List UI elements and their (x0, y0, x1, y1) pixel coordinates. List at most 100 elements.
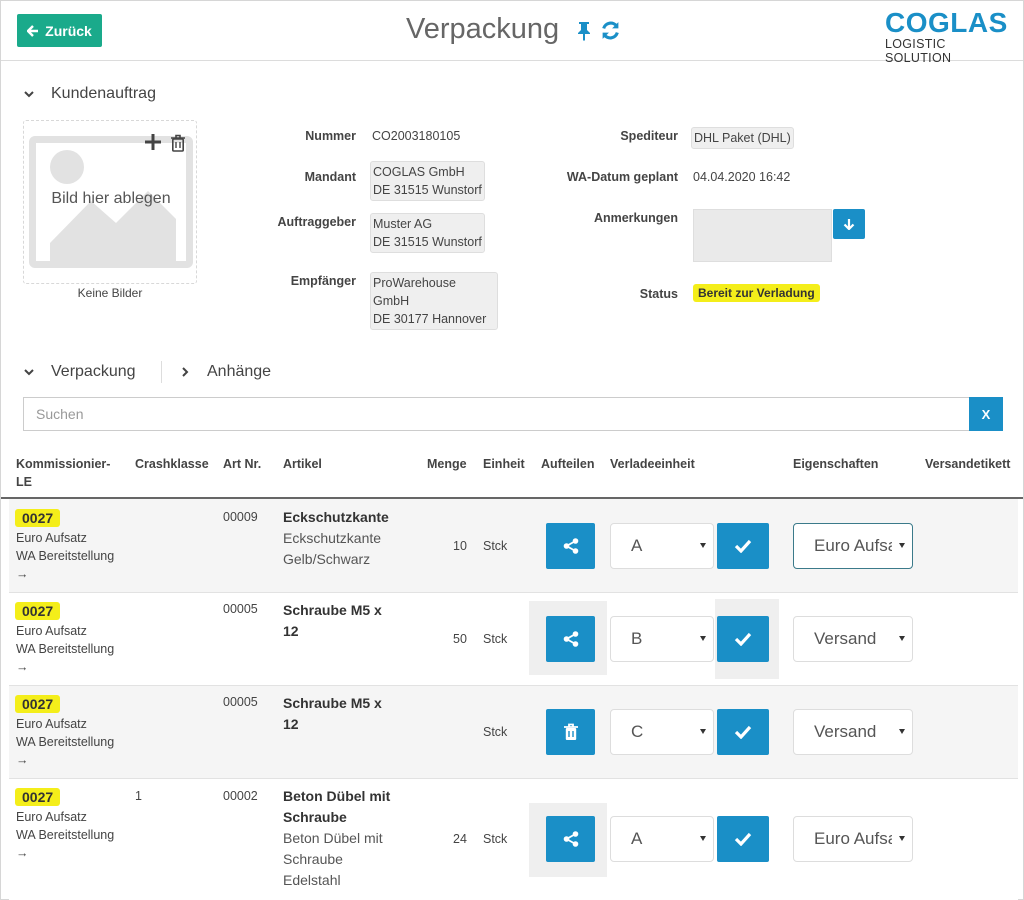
artikel-title-line1: Beton Dübel mit (283, 788, 391, 804)
coglas-logo: COGLAS LOGISTIC SOLUTION (885, 9, 1009, 66)
caret-down-icon (700, 729, 706, 734)
le-info: Euro Aufsatz WA Bereitstellung → (16, 622, 114, 676)
check-icon (734, 539, 752, 553)
artikel-title-line1: Schraube M5 x (283, 695, 382, 711)
col-kommissionier-line2: LE (16, 475, 32, 489)
verladeeinheit-select[interactable]: A (610, 523, 714, 569)
empfaenger-value: ProWarehouse GmbH DE 30177 Hannover (370, 272, 498, 330)
image-dropzone[interactable]: Bild hier ablegen (23, 120, 197, 284)
artikel-desc-line2: Gelb/Schwarz (283, 551, 371, 567)
anmerkungen-label: Anmerkungen (593, 211, 678, 225)
col-crashklasse[interactable]: Crashklasse (135, 455, 209, 473)
arrow-down-icon (843, 219, 855, 230)
confirm-button[interactable] (717, 816, 769, 862)
tab-separator (161, 361, 162, 383)
empfaenger-line2: DE 30177 Hannover (373, 312, 487, 326)
col-kommissionier-le[interactable]: Kommissionier- LE (16, 455, 110, 491)
arrow-left-icon (27, 24, 39, 37)
search-input[interactable]: Suchen (23, 397, 970, 431)
col-art-nr[interactable]: Art Nr. (223, 455, 261, 473)
pin-icon[interactable] (575, 21, 593, 41)
col-verladeeinheit[interactable]: Verladeeinheit (610, 455, 695, 473)
wa-datum-value: 04.04.2020 16:42 (693, 170, 791, 184)
no-images-text: Keine Bilder (77, 286, 143, 300)
caret-down-icon (700, 836, 706, 841)
split-button[interactable] (546, 816, 595, 862)
search-placeholder: Suchen (36, 406, 84, 422)
art-nr-cell: 00002 (223, 789, 258, 803)
le-badge: 0027 (15, 788, 61, 806)
artikel-cell: Beton Dübel mit Schraube Beton Dübel mit… (283, 786, 390, 891)
eigenschaften-select[interactable]: Euro Aufsatz (793, 523, 913, 569)
artikel-title: Eckschutzkante (283, 509, 389, 525)
split-button[interactable] (546, 616, 595, 662)
back-button-label: Zurück (45, 22, 92, 39)
artikel-desc-line3: Edelstahl (283, 872, 341, 888)
tab-verpackung[interactable]: Verpackung (23, 363, 136, 381)
le-badge: 0027 (15, 602, 61, 620)
artikel-title-line1: Schraube M5 x (283, 602, 382, 618)
mandant-value: COGLAS GmbH DE 31515 Wunstorf (370, 161, 485, 201)
tab-anhaenge-label: Anhänge (207, 363, 272, 380)
confirm-button[interactable] (717, 523, 769, 569)
delete-button[interactable] (546, 709, 595, 755)
table-row[interactable]: 0027 Euro Aufsatz WA Bereitstellung → 00… (9, 593, 1018, 686)
table-row[interactable]: 0027 Euro Aufsatz WA Bereitstellung → 00… (9, 686, 1018, 779)
col-kommissionier-line1: Kommissionier- (16, 457, 111, 471)
le-arrow: → (16, 567, 29, 581)
verladeeinheit-value: C (631, 722, 644, 741)
search-clear-button[interactable]: X (969, 397, 1003, 431)
check-icon (734, 832, 752, 846)
tab-anhaenge[interactable]: Anhänge (179, 363, 271, 381)
table-row[interactable]: 0027 Euro Aufsatz WA Bereitstellung → 1 … (9, 779, 1018, 900)
empfaenger-label: Empfänger (290, 274, 356, 288)
back-button[interactable]: Zurück (17, 14, 102, 47)
col-einheit[interactable]: Einheit (483, 455, 525, 473)
anmerkungen-field[interactable] (693, 209, 832, 262)
nummer-label: Nummer (305, 129, 356, 143)
le-info: Euro Aufsatz WA Bereitstellung → (16, 808, 114, 862)
section-kundenauftrag[interactable]: Kundenauftrag (23, 85, 156, 103)
le-line1: Euro Aufsatz (16, 717, 87, 731)
artikel-cell: Schraube M5 x 12 (283, 600, 382, 642)
logo-sub-text: LOGISTIC SOLUTION (885, 37, 952, 65)
le-badge: 0027 (15, 509, 61, 527)
le-line2: WA Bereitstellung (16, 828, 115, 842)
share-icon (563, 538, 578, 554)
eigenschaften-select[interactable]: Versand (793, 616, 913, 662)
col-aufteilen[interactable]: Aufteilen (541, 455, 594, 473)
verladeeinheit-select[interactable]: B (610, 616, 714, 662)
auftraggeber-line2: DE 31515 Wunstorf (373, 235, 482, 249)
plus-icon[interactable] (144, 133, 162, 151)
trash-icon (563, 723, 578, 740)
trash-icon[interactable] (170, 134, 186, 152)
col-artikel[interactable]: Artikel (283, 455, 322, 473)
artikel-cell: Eckschutzkante Eckschutzkante Gelb/Schwa… (283, 507, 389, 570)
col-eigenschaften[interactable]: Eigenschaften (793, 455, 878, 473)
auftraggeber-line1: Muster AG (373, 217, 433, 231)
artikel-title-line2: Schraube (283, 809, 347, 825)
refresh-icon[interactable] (600, 20, 621, 41)
eigenschaften-select[interactable]: Versand (793, 709, 913, 755)
le-info: Euro Aufsatz WA Bereitstellung → (16, 529, 114, 583)
le-line2: WA Bereitstellung (16, 549, 115, 563)
split-button[interactable] (546, 523, 595, 569)
anmerkungen-expand-button[interactable] (833, 209, 865, 239)
artikel-desc-line2: Schraube (283, 851, 343, 867)
col-versandetikett[interactable]: Versandetikett (925, 455, 1010, 473)
table-row[interactable]: 0027 Euro Aufsatz WA Bereitstellung → 00… (9, 499, 1018, 593)
le-line1: Euro Aufsatz (16, 531, 87, 545)
verladeeinheit-select[interactable]: C (610, 709, 714, 755)
einheit-cell: Stck (483, 725, 508, 739)
verladeeinheit-select[interactable]: A (610, 816, 714, 862)
eigenschaften-select[interactable]: Euro Aufsatz (793, 816, 913, 862)
eigenschaften-value: Versand (814, 629, 877, 648)
einheit-cell: Stck (483, 832, 508, 846)
einheit-cell: Stck (483, 632, 508, 646)
le-arrow: → (16, 753, 29, 767)
confirm-button[interactable] (717, 709, 769, 755)
confirm-button[interactable] (717, 616, 769, 662)
caret-down-icon (700, 636, 706, 641)
col-menge[interactable]: Menge (427, 455, 467, 473)
status-badge: Bereit zur Verladung (693, 284, 820, 302)
